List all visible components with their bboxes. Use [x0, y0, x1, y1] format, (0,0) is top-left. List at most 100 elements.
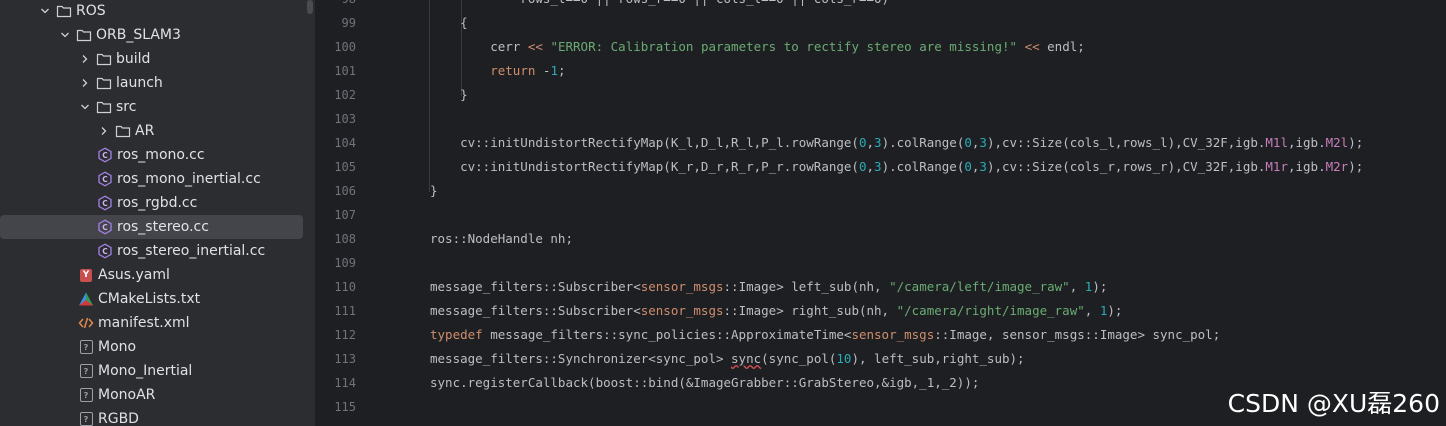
code-token: return — [490, 63, 536, 78]
cmake-icon — [78, 291, 94, 307]
unknown-file-icon: ? — [78, 363, 94, 379]
code-token: message_filters::Synchronizer<sync_pol> — [430, 351, 732, 366]
code-line: message_filters::Subscriber<sensor_msgs:… — [430, 299, 1122, 323]
code-token: message_filters::sync_policies::Approxim… — [482, 327, 852, 342]
tree-item-label: Mono — [98, 339, 137, 355]
tree-item-manifest-xml[interactable]: manifest.xml — [0, 311, 303, 335]
tree-item-label: Asus.yaml — [98, 267, 170, 283]
folder-icon — [96, 99, 112, 115]
tree-item-label: ros_stereo_inertial.cc — [117, 243, 266, 259]
chevron-down-icon[interactable] — [38, 4, 52, 18]
code-line: rows_l==0 || rows_r==0 || cols_l==0 || c… — [430, 0, 889, 11]
code-token: endl; — [1039, 39, 1085, 54]
chevron-right-icon[interactable] — [78, 52, 92, 66]
line-number: 108 — [334, 232, 356, 246]
code-line: cv::initUndistortRectifyMap(K_l,D_l,R_l,… — [430, 131, 1363, 155]
code-token: 10 — [836, 351, 852, 366]
tree-item-label: ORB_SLAM3 — [96, 27, 181, 43]
tree-item-label: launch — [116, 75, 163, 91]
tree-item-ros-rgbd-cc[interactable]: Cros_rgbd.cc — [0, 191, 303, 215]
xml-file-icon — [78, 315, 94, 331]
folder-icon — [115, 123, 131, 139]
line-number: 104 — [334, 136, 356, 150]
code-token: ,igb. — [1287, 135, 1326, 150]
code-token: << — [1024, 39, 1040, 54]
code-line: typedef message_filters::sync_policies::… — [430, 323, 1220, 347]
tree-item-asus-yaml[interactable]: Y Asus.yaml — [0, 263, 303, 287]
tree-item-mono-inertial[interactable]: ? Mono_Inertial — [0, 359, 303, 383]
chevron-down-icon[interactable] — [58, 28, 72, 42]
line-number: 113 — [334, 352, 356, 366]
code-token: << — [527, 39, 543, 54]
code-token: ),cv::Size(cols_l,rows_l),CV_32F,igb. — [986, 135, 1266, 150]
tree-item-build[interactable]: build — [0, 47, 303, 71]
code-token: { — [430, 15, 468, 30]
line-number: 114 — [334, 376, 356, 390]
tree-item-label: MonoAR — [98, 387, 156, 403]
code-token: 0 — [858, 135, 867, 150]
tree-item-rgbd[interactable]: ? RGBD — [0, 407, 303, 426]
line-number: 112 — [334, 328, 356, 342]
folder-icon — [96, 75, 112, 91]
code-token: sensor_msgs — [640, 279, 724, 294]
tree-item-cmakelists-txt[interactable]: CMakeLists.txt — [0, 287, 303, 311]
tree-item-monoar[interactable]: ? MonoAR — [0, 383, 303, 407]
code-token: 0 — [858, 159, 867, 174]
code-token: cv::initUndistortRectifyMap(K_l,D_l,R_l,… — [430, 135, 859, 150]
code-token: cerr — [430, 39, 528, 54]
cpp-file-icon: C — [97, 243, 113, 259]
unknown-file-icon: ? — [78, 339, 94, 355]
svg-text:C: C — [102, 247, 108, 256]
tree-item-ros-stereo-inertial-cc[interactable]: Cros_stereo_inertial.cc — [0, 239, 303, 263]
chevron-right-icon[interactable] — [97, 124, 111, 138]
tree-item-src[interactable]: src — [0, 95, 303, 119]
tree-item-ros-mono-inertial-cc[interactable]: Cros_mono_inertial.cc — [0, 167, 303, 191]
code-token: ), left_sub,right_sub); — [851, 351, 1025, 366]
code-token: "/camera/left/image_raw" — [889, 279, 1070, 294]
code-token: ); — [1348, 135, 1364, 150]
tree-item-label: CMakeLists.txt — [98, 291, 201, 307]
code-line: return -1; — [430, 59, 566, 83]
tree-item-label: manifest.xml — [98, 315, 190, 331]
tree-item-launch[interactable]: launch — [0, 71, 303, 95]
project-tree: ROS ORB_SLAM3build launch src AR Cros_mono.cc… — [0, 0, 315, 426]
line-number: 110 — [334, 280, 356, 294]
tree-item-ros-mono-cc[interactable]: Cros_mono.cc — [0, 143, 303, 167]
code-token: cv::initUndistortRectifyMap(K_r,D_r,R_r,… — [430, 159, 859, 174]
code-editor[interactable]: 9899100101102103104105106107108109110111… — [315, 0, 1446, 426]
code-token: "/camera/right/image_raw" — [896, 303, 1085, 318]
chevron-down-icon[interactable] — [78, 100, 92, 114]
yaml-file-icon: Y — [78, 267, 94, 283]
tree-item-label: src — [116, 99, 137, 115]
folder-icon — [96, 51, 112, 67]
line-number: 99 — [341, 16, 356, 30]
tree-item-ros[interactable]: ROS — [0, 0, 303, 23]
cpp-file-icon: C — [97, 195, 113, 211]
code-token: } — [430, 183, 438, 198]
code-token: M1l — [1265, 135, 1288, 150]
code-token: M1r — [1265, 159, 1288, 174]
code-token: 1 — [550, 63, 558, 78]
chevron-right-icon[interactable] — [78, 76, 92, 90]
code-token: } — [430, 87, 468, 102]
tree-item-mono[interactable]: ? Mono — [0, 335, 303, 359]
code-token: ; — [557, 63, 566, 78]
code-token: ),cv::Size(cols_r,rows_r),CV_32F,igb. — [986, 159, 1266, 174]
scrollbar-thumb[interactable] — [307, 0, 313, 14]
tree-item-ar[interactable]: AR — [0, 119, 303, 143]
code-line: message_filters::Subscriber<sensor_msgs:… — [430, 275, 1107, 299]
tree-item-label: build — [116, 51, 151, 67]
line-number: 111 — [334, 304, 356, 318]
unknown-file-icon: ? — [78, 387, 94, 403]
cpp-file-icon: C — [97, 219, 113, 235]
tree-item-orb-slam3[interactable]: ORB_SLAM3 — [0, 23, 303, 47]
code-line: cerr << "ERROR: Calibration parameters t… — [430, 35, 1085, 59]
project-tree-scrollbar[interactable] — [305, 0, 315, 426]
tree-item-ros-stereo-cc[interactable]: Cros_stereo.cc — [0, 215, 303, 239]
code-token: ).colRange( — [881, 135, 965, 150]
code-line: message_filters::Synchronizer<sync_pol> … — [430, 347, 1025, 371]
code-line: ros::NodeHandle nh; — [430, 227, 573, 251]
code-token: message_filters::Subscriber< — [430, 303, 641, 318]
code-token: M2r — [1325, 159, 1349, 174]
